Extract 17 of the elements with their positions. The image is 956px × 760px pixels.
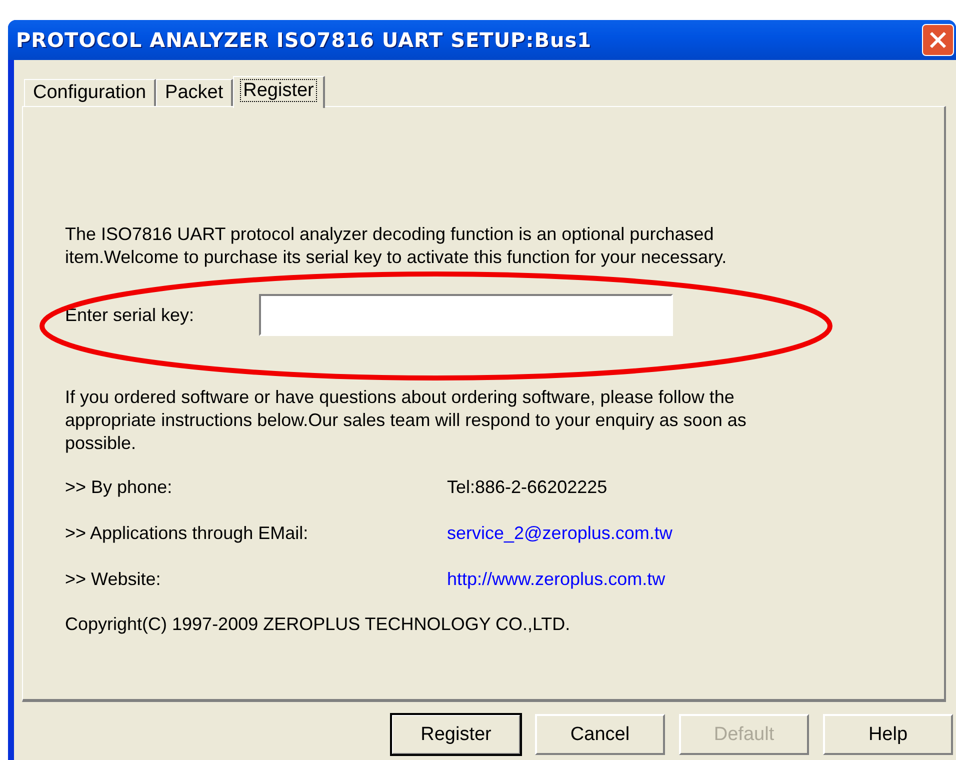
dialog-button[interactable]: Cancel [535, 714, 665, 755]
serial-key-label: Enter serial key: [65, 304, 196, 326]
tab[interactable]: Packet [156, 79, 234, 106]
intro-text: The ISO7816 UART protocol analyzer decoding function is an optional purchased item.Welcome to purchase its serial key to activate this function for your necessary. [65, 223, 728, 269]
contact-value: Tel:886-2-66202225 [447, 477, 608, 499]
contact-label: >> Applications through EMail: [65, 523, 310, 545]
copyright-text: Copyright(C) 1997-2009 ZEROPLUS TECHNOLOGY CO.,LTD. [65, 614, 572, 635]
tab[interactable]: Register [233, 76, 325, 108]
info-text: If you ordered software or have questions about ordering software, please follow the appropriate instructions below.Our sales team will respond to your enquiry as soon as possible. [65, 386, 748, 455]
contact-link[interactable]: service_2@zeroplus.com.tw [447, 523, 672, 548]
dialog-button[interactable]: Help [823, 714, 953, 755]
contact-link[interactable]: http://www.zeroplus.com.tw [447, 569, 666, 594]
contact-label: >> Website: [65, 569, 162, 591]
window-title: PROTOCOL ANALYZER ISO7816 UART SETUP:Bus1 [16, 28, 592, 52]
contact-label: >> By phone: [65, 477, 174, 499]
tab[interactable]: Configuration [24, 79, 156, 106]
dialog-button[interactable]: Register [391, 714, 521, 755]
